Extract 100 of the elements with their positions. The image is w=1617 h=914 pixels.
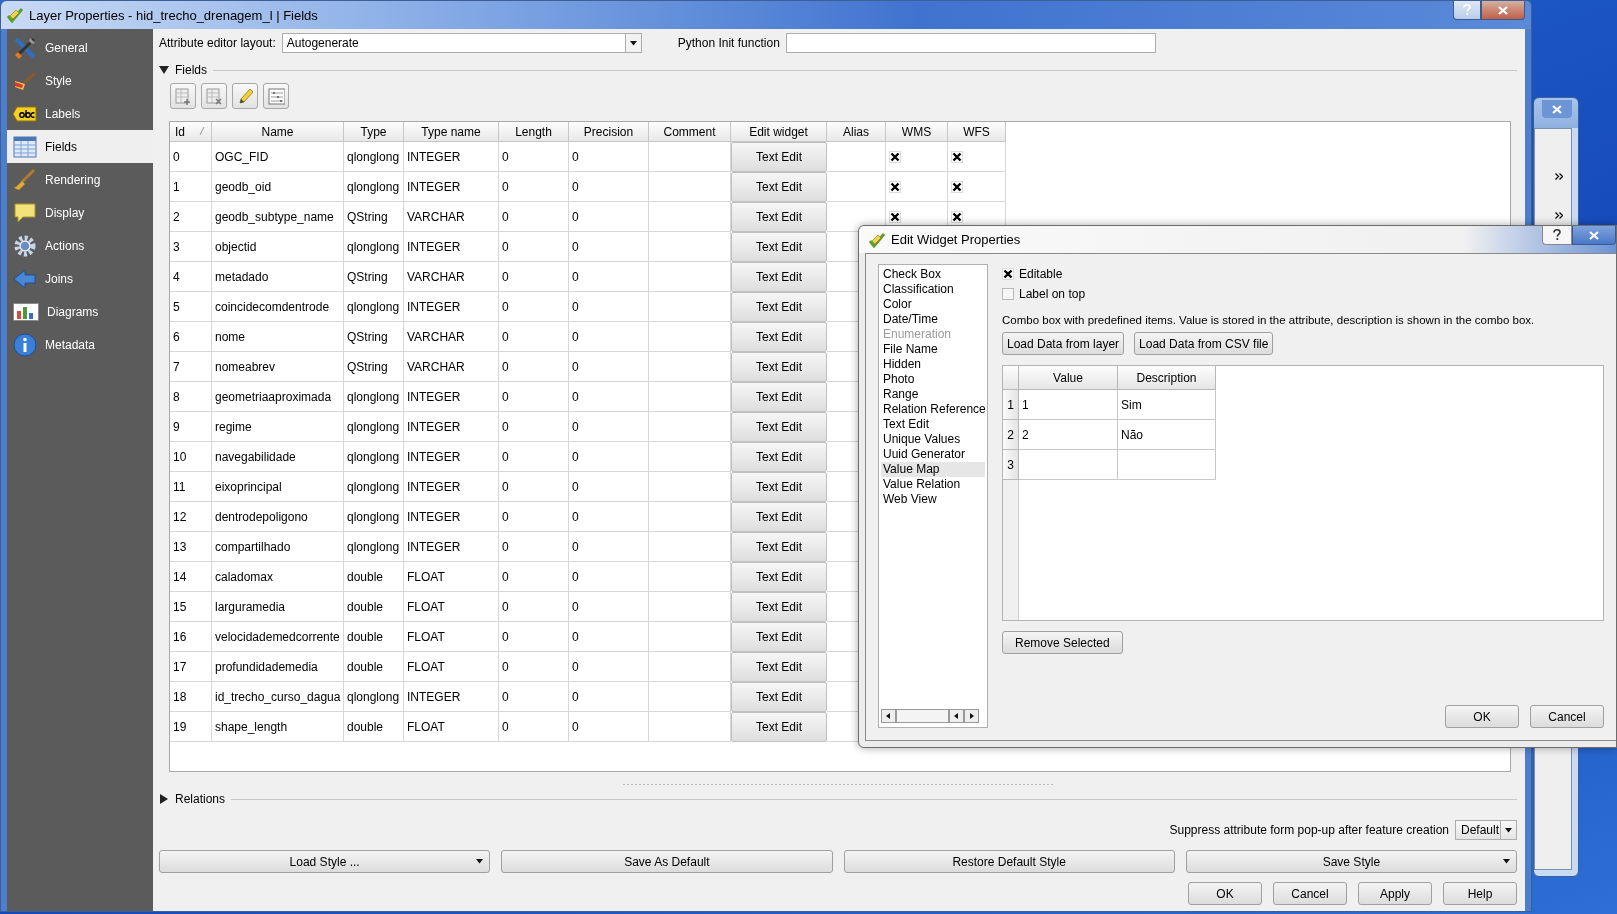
- table-cell: QString: [344, 262, 404, 292]
- table-cell: INTEGER: [404, 532, 499, 562]
- table-cell: VARCHAR: [404, 322, 499, 352]
- table-cell: INTEGER: [404, 682, 499, 712]
- table-cell: 12: [170, 502, 212, 532]
- widget-description: Combo box with predefined items. Value is stored in the attribute, description is shown in the combo box.: [1002, 314, 1536, 326]
- table-cell: geometriaaproximada: [212, 382, 344, 412]
- table-cell: qlonglong: [344, 292, 404, 322]
- table-cell: coincidecomdentrode: [212, 292, 344, 322]
- table-cell: 0: [499, 142, 569, 172]
- table-cell: 16: [170, 622, 212, 652]
- table-cell: 0: [569, 592, 649, 622]
- table-cell: geodb_oid: [212, 172, 344, 202]
- table-cell: objectid: [212, 232, 344, 262]
- sidebar-label: General: [45, 40, 88, 55]
- table-cell: QString: [344, 322, 404, 352]
- sidebar-label: Actions: [45, 238, 85, 253]
- table-cell: 0: [569, 172, 649, 202]
- sidebar-label: Rendering: [45, 172, 101, 187]
- table-cell: 0: [499, 712, 569, 742]
- table-cell: double: [344, 652, 404, 682]
- table-cell: 0: [499, 382, 569, 412]
- table-cell: 0: [499, 262, 569, 292]
- sidebar-label: Fields: [45, 139, 77, 154]
- table-cell: 2: [170, 202, 212, 232]
- table-cell: VARCHAR: [404, 352, 499, 382]
- table-cell: FLOAT: [404, 712, 499, 742]
- sidebar-label: Metadata: [45, 337, 96, 352]
- table-cell: 1: [170, 172, 212, 202]
- table-cell: INTEGER: [404, 232, 499, 262]
- table-cell: FLOAT: [404, 622, 499, 652]
- table-cell: 10: [170, 442, 212, 472]
- table-cell: 0: [569, 232, 649, 262]
- table-cell: qlonglong: [344, 232, 404, 262]
- table-cell: 0: [569, 502, 649, 532]
- table-cell: INTEGER: [404, 382, 499, 412]
- dialog-title: Edit Widget Properties: [891, 232, 1021, 247]
- table-cell: 17: [170, 652, 212, 682]
- checkbox-label: Label on top: [1019, 287, 1086, 301]
- sidebar-label: Joins: [45, 271, 73, 286]
- table-cell: OGC_FID: [212, 142, 344, 172]
- table-cell: 0: [499, 412, 569, 442]
- table-cell: 0: [499, 352, 569, 382]
- table-cell: id_trecho_curso_dagua: [212, 682, 344, 712]
- table-cell: qlonglong: [344, 682, 404, 712]
- table-cell: QString: [344, 202, 404, 232]
- table-cell: 0: [569, 712, 649, 742]
- table-cell: 0: [170, 142, 212, 172]
- table-cell: double: [344, 562, 404, 592]
- field-label: Suppress attribute form pop-up after feature creation: [1169, 823, 1449, 837]
- table-cell: navegabilidade: [212, 442, 344, 472]
- table-cell: INTEGER: [404, 172, 499, 202]
- table-cell: INTEGER: [404, 292, 499, 322]
- table-cell: 13: [170, 532, 212, 562]
- table-cell: 0: [499, 532, 569, 562]
- table-cell: FLOAT: [404, 562, 499, 592]
- table-cell: qlonglong: [344, 172, 404, 202]
- table-cell: 11: [170, 472, 212, 502]
- table-cell: caladomax: [212, 562, 344, 592]
- table-cell: 0: [499, 592, 569, 622]
- table-cell: geodb_subtype_name: [212, 202, 344, 232]
- table-cell: 8: [170, 382, 212, 412]
- table-cell: 7: [170, 352, 212, 382]
- table-cell: QString: [344, 352, 404, 382]
- table-cell: INTEGER: [404, 502, 499, 532]
- table-cell: qlonglong: [344, 502, 404, 532]
- table-cell: 3: [170, 232, 212, 262]
- sidebar-label: Display: [45, 205, 85, 220]
- table-cell: 0: [569, 442, 649, 472]
- table-cell: INTEGER: [404, 412, 499, 442]
- table-cell: 0: [569, 382, 649, 412]
- table-cell: INTEGER: [404, 142, 499, 172]
- table-cell: 0: [569, 472, 649, 502]
- table-cell: 0: [569, 652, 649, 682]
- table-cell: 0: [499, 502, 569, 532]
- table-cell: double: [344, 712, 404, 742]
- field-label: Attribute editor layout:: [159, 36, 276, 50]
- table-cell: 0: [499, 232, 569, 262]
- table-cell: eixoprincipal: [212, 472, 344, 502]
- table-cell: 15: [170, 592, 212, 622]
- table-cell: larguramedia: [212, 592, 344, 622]
- table-cell: 0: [499, 562, 569, 592]
- table-cell: 0: [569, 622, 649, 652]
- checkbox-label: Editable: [1019, 267, 1063, 281]
- table-cell: 0: [499, 682, 569, 712]
- table-cell: 0: [569, 262, 649, 292]
- table-cell: 0: [569, 292, 649, 322]
- table-cell: 0: [499, 172, 569, 202]
- table-cell: nome: [212, 322, 344, 352]
- table-cell: 0: [569, 412, 649, 442]
- table-cell: qlonglong: [344, 472, 404, 502]
- table-cell: profundidademedia: [212, 652, 344, 682]
- table-cell: FLOAT: [404, 592, 499, 622]
- table-cell: qlonglong: [344, 412, 404, 442]
- table-cell: 0: [499, 652, 569, 682]
- table-cell: 0: [499, 202, 569, 232]
- table-cell: 0: [499, 622, 569, 652]
- table-cell: nomeabrev: [212, 352, 344, 382]
- table-cell: double: [344, 622, 404, 652]
- table-cell: double: [344, 592, 404, 622]
